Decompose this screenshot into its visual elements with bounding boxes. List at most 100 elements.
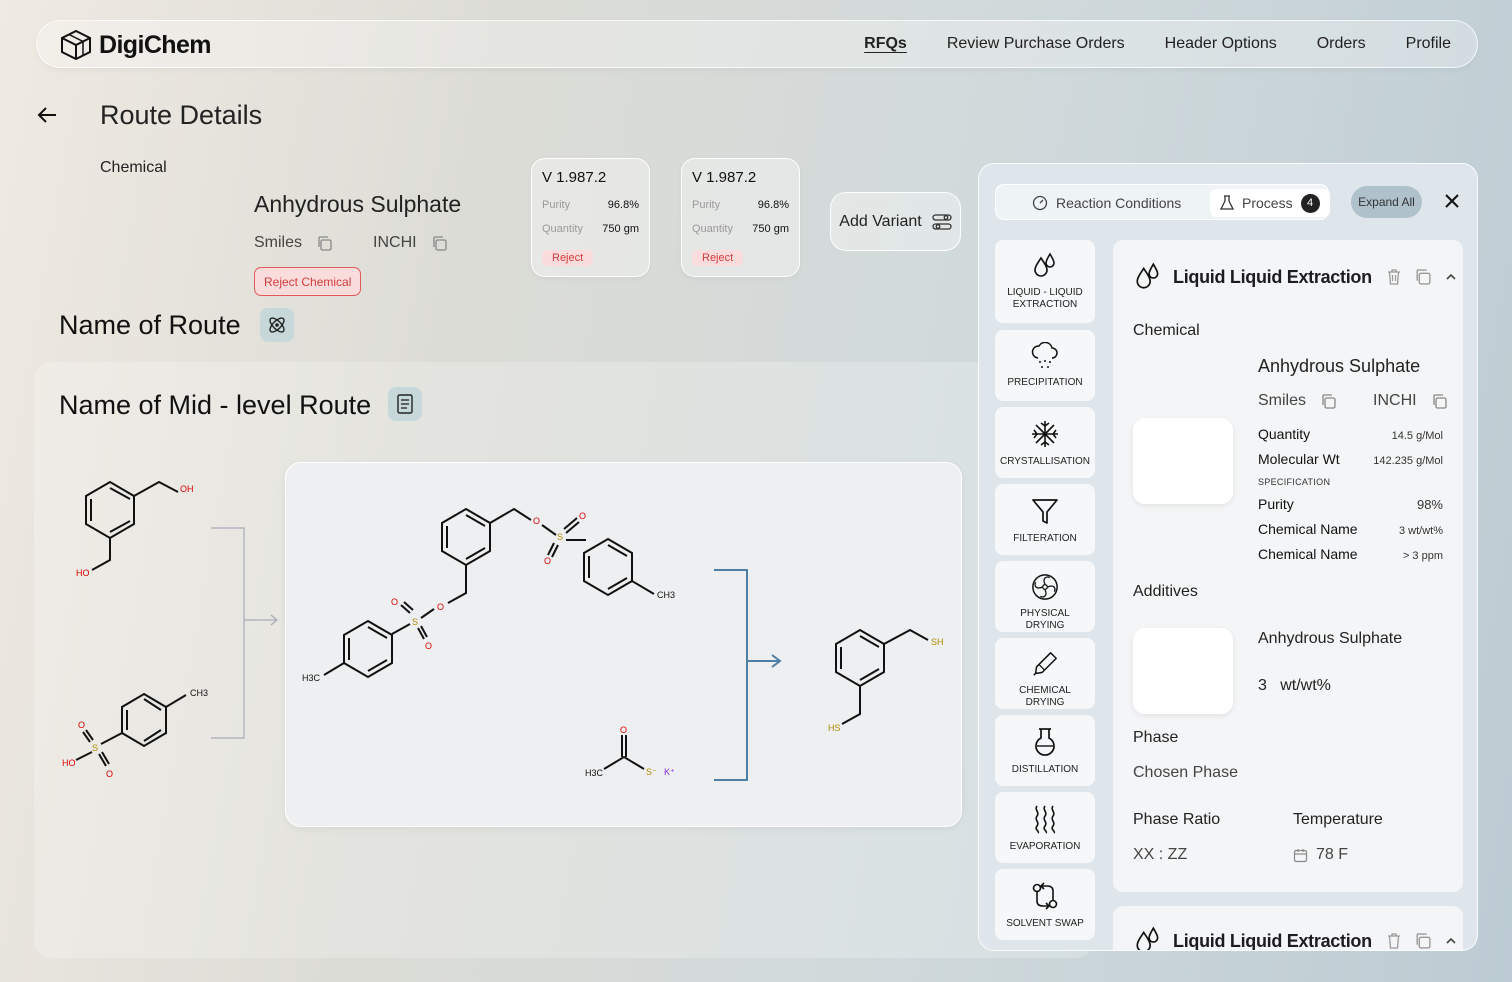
quantity-value: 14.5 g/Mol <box>1391 430 1443 442</box>
heat-waves-icon <box>1035 805 1056 834</box>
process-label: PRECIPITATION <box>1007 377 1083 388</box>
nav-rfqs[interactable]: RFQs <box>864 35 907 53</box>
spec-row-2: Chemical Name > 3 ppm <box>1258 546 1443 562</box>
reject-chemical-button[interactable]: Reject Chemical <box>254 267 362 296</box>
molecular-weight-value: 142.235 g/Mol <box>1373 455 1443 467</box>
process-item-filteration[interactable]: FILTERATION <box>995 484 1095 555</box>
process-item-crystallisation[interactable]: CRYSTALLISATION <box>995 407 1095 478</box>
process-item-liquid-liquid-extraction[interactable]: LIQUID - LIQUID EXTRACTION <box>995 240 1095 323</box>
process-item-evaporation[interactable]: EVAPORATION <box>995 792 1095 863</box>
temperature-row: 78 F <box>1293 846 1348 864</box>
page-title: Route Details <box>100 100 263 130</box>
ch3-label: CH3 <box>190 688 208 698</box>
top-navbar: DigiChem RFQs Review Purchase Orders Hea… <box>36 20 1478 68</box>
product-structure: SH HS <box>828 628 944 733</box>
chevron-up-icon[interactable] <box>1444 934 1458 948</box>
purity-label: Purity <box>1258 496 1294 512</box>
sliders-icon <box>932 213 952 230</box>
inchi-label: INCHI <box>373 234 417 251</box>
o-label: O <box>620 725 627 735</box>
mid-level-route-title: Name of Mid - level Route <box>59 390 372 420</box>
nav-review-purchase-orders[interactable]: Review Purchase Orders <box>947 35 1125 53</box>
nav-profile[interactable]: Profile <box>1406 35 1451 53</box>
back-arrow-icon[interactable] <box>36 104 58 126</box>
detail-header: Liquid Liquid Extraction <box>1133 926 1458 950</box>
reactants-bracket <box>211 527 278 739</box>
trash-icon[interactable] <box>1386 268 1402 286</box>
fan-icon <box>1032 574 1058 600</box>
process-item-solvent-swap[interactable]: SOLVENT SWAP <box>995 869 1095 940</box>
process-label: CHEMICAL DRYING <box>1019 685 1071 708</box>
copy-icon[interactable] <box>1431 393 1448 410</box>
quantity-value: 750 gm <box>602 223 639 235</box>
atom-button[interactable] <box>260 308 294 342</box>
spec-row-1: Chemical Name 3 wt/wt% <box>1258 521 1443 537</box>
nav-header-options[interactable]: Header Options <box>1165 35 1277 53</box>
additive-name: Anhydrous Sulphate <box>1258 630 1403 647</box>
s-minus-label: S⁻ <box>646 767 657 777</box>
chemical-structure-image <box>1133 418 1233 504</box>
detail-header: Liquid Liquid Extraction <box>1133 262 1458 292</box>
chemical-section-label: Chemical <box>1133 322 1200 339</box>
tab-process[interactable]: Process 4 <box>1210 189 1330 217</box>
process-label: PHYSICAL DRYING <box>1020 608 1070 631</box>
tab-label: Process <box>1242 195 1293 211</box>
process-item-chemical-drying[interactable]: CHEMICAL DRYING <box>995 638 1095 709</box>
process-label: EVAPORATION <box>1009 841 1081 852</box>
drops-icon <box>1136 262 1159 289</box>
panel-tabs: Reaction Conditions Process 4 <box>995 184 1330 220</box>
phase-ratio-value: XX : ZZ <box>1133 846 1188 863</box>
funnel-icon <box>1032 499 1058 524</box>
ch3-label: CH3 <box>657 590 675 600</box>
variant-title: V 1.987.2 <box>692 169 757 186</box>
tab-reaction-conditions[interactable]: Reaction Conditions <box>1032 189 1181 217</box>
chevron-up-icon[interactable] <box>1444 270 1458 284</box>
o-label: O <box>533 516 540 526</box>
copy-icon[interactable] <box>1414 932 1432 950</box>
atom-icon <box>269 317 285 333</box>
spec-name-label: Chemical Name <box>1258 546 1358 562</box>
nav-orders[interactable]: Orders <box>1317 35 1366 53</box>
spec-name-label: Chemical Name <box>1258 521 1358 537</box>
process-item-precipitation[interactable]: PRECIPITATION <box>995 330 1095 401</box>
close-icon[interactable] <box>1442 191 1462 211</box>
notes-button[interactable] <box>388 387 422 421</box>
s-label: S <box>92 743 98 753</box>
variant-card[interactable]: V 1.987.2 Purity 96.8% Quantity 750 gm Rej… <box>531 158 650 277</box>
detail-identifiers-row: Smiles INCHI <box>1258 392 1448 410</box>
ho-label: HO <box>62 758 76 768</box>
copy-icon[interactable] <box>1414 268 1432 286</box>
copy-icon[interactable] <box>316 235 333 252</box>
variant-quantity-row: Quantity 750 gm <box>692 223 789 235</box>
product-bracket <box>714 569 782 781</box>
h3c-label: H3C <box>302 673 321 683</box>
brand-logo[interactable]: DigiChem <box>59 29 211 61</box>
expand-all-button[interactable]: Expand All <box>1351 186 1422 218</box>
process-detail-card: Liquid Liquid Extraction <box>1113 906 1463 950</box>
copy-icon[interactable] <box>1320 393 1337 410</box>
hs-label: HS <box>828 723 841 733</box>
o-label: O <box>437 602 444 612</box>
gauge-icon <box>1032 195 1048 211</box>
mid-level-route-panel: Name of Mid - level Route OH HO CH3 S O <box>34 362 1094 958</box>
trash-icon[interactable] <box>1386 932 1402 950</box>
drops-icon <box>1034 252 1055 277</box>
variant-card[interactable]: V 1.987.2 Purity 96.8% Quantity 750 gm Rej… <box>681 158 800 277</box>
hexagon-cube-icon <box>61 29 91 61</box>
reject-variant-button[interactable]: Reject <box>692 250 744 266</box>
process-item-distillation[interactable]: DISTILLATION <box>995 715 1095 786</box>
pipette-icon <box>1033 652 1057 676</box>
identifiers-row: Smiles INCHI <box>254 234 448 252</box>
copy-icon[interactable] <box>431 235 448 252</box>
add-variant-button[interactable]: Add Variant <box>830 192 961 251</box>
process-detail-card: Liquid Liquid Extraction Chemical Anhydr… <box>1113 240 1463 892</box>
purity-value: 98% <box>1416 497 1443 512</box>
process-panel: Reaction Conditions Process 4 Expand All… <box>978 163 1478 951</box>
additives-section-label: Additives <box>1133 583 1198 600</box>
o-label: O <box>391 597 398 607</box>
process-item-physical-drying[interactable]: PHYSICAL DRYING <box>995 561 1095 632</box>
calendar-icon <box>1293 848 1308 862</box>
detail-tools <box>1386 268 1458 286</box>
process-label: DISTILLATION <box>1011 764 1079 775</box>
reject-variant-button[interactable]: Reject <box>542 250 594 266</box>
